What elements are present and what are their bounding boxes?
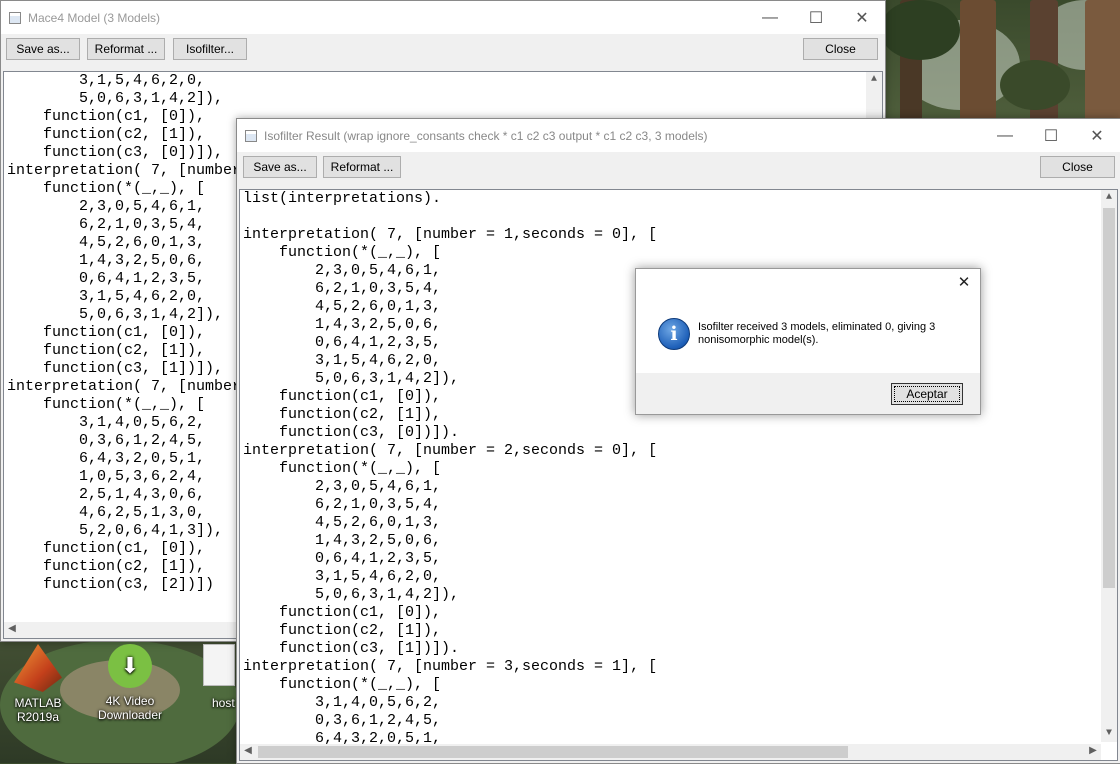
isofilter-titlebar[interactable]: Isofilter Result (wrap ignore_consants c…	[237, 119, 1120, 152]
accept-button[interactable]: Aceptar	[891, 383, 963, 405]
desktop-icon-label: MATLAB R2019a	[14, 696, 62, 724]
desktop-icon-label: host	[212, 696, 235, 710]
desktop-icon-label: 4K Video Downloader	[97, 694, 163, 722]
window-app-icon	[9, 11, 21, 24]
4k-video-downloader-icon: ⬇	[108, 644, 152, 688]
isofilter-toolbar: Save as... Reformat ... Close	[237, 152, 1120, 188]
isofilter-window-title: Isofilter Result (wrap ignore_consants c…	[264, 128, 708, 143]
desktop-icon-4k-video[interactable]: ⬇ 4K Video Downloader	[90, 644, 170, 722]
close-button[interactable]: Close	[1040, 156, 1115, 178]
mace4-toolbar: Save as... Reformat ... Isofilter... Clo…	[1, 34, 885, 70]
close-button[interactable]: Close	[803, 38, 878, 60]
mace4-titlebar[interactable]: Mace4 Model (3 Models) — ☐ ✕	[1, 1, 885, 34]
dialog-footer: Aceptar	[636, 373, 980, 414]
desktop-icon-matlab[interactable]: MATLAB R2019a	[0, 644, 78, 724]
scroll-up-icon[interactable]: ▲	[1101, 190, 1117, 206]
isofilter-result-window: Isofilter Result (wrap ignore_consants c…	[236, 118, 1120, 764]
dialog-close-icon[interactable]: ✕	[954, 273, 974, 291]
minimize-icon[interactable]: —	[982, 119, 1028, 152]
save-as-button[interactable]: Save as...	[6, 38, 80, 60]
matlab-icon	[14, 644, 62, 692]
maximize-icon[interactable]: ☐	[793, 1, 839, 34]
isofilter-button[interactable]: Isofilter...	[173, 38, 247, 60]
dialog-message: Isofilter received 3 models, eliminated …	[698, 321, 936, 346]
info-dialog: ✕ i Isofilter received 3 models, elimina…	[635, 268, 981, 415]
scroll-right-icon[interactable]: ▶	[1085, 744, 1101, 760]
scroll-down-icon[interactable]: ▼	[1101, 726, 1117, 742]
reformat-button[interactable]: Reformat ...	[323, 156, 401, 178]
close-icon[interactable]: ✕	[839, 1, 885, 34]
scroll-up-icon[interactable]: ▲	[866, 72, 882, 88]
scroll-left-icon[interactable]: ◀	[240, 744, 256, 760]
scroll-thumb[interactable]	[258, 746, 848, 758]
vertical-scrollbar[interactable]: ▲ ▼	[1101, 190, 1117, 742]
desktop-icon-host[interactable]: host	[200, 644, 238, 710]
close-icon[interactable]: ✕	[1074, 119, 1120, 152]
mace4-window-title: Mace4 Model (3 Models)	[28, 10, 161, 25]
reformat-button[interactable]: Reformat ...	[87, 38, 165, 60]
info-icon: i	[658, 318, 690, 350]
scroll-left-icon[interactable]: ◀	[4, 622, 20, 638]
save-as-button[interactable]: Save as...	[243, 156, 317, 178]
maximize-icon[interactable]: ☐	[1028, 119, 1074, 152]
minimize-icon[interactable]: —	[747, 1, 793, 34]
horizontal-scrollbar[interactable]: ◀ ▶	[240, 744, 1101, 760]
scroll-thumb[interactable]	[1103, 208, 1115, 588]
file-icon	[203, 644, 235, 686]
window-app-icon	[245, 129, 257, 142]
